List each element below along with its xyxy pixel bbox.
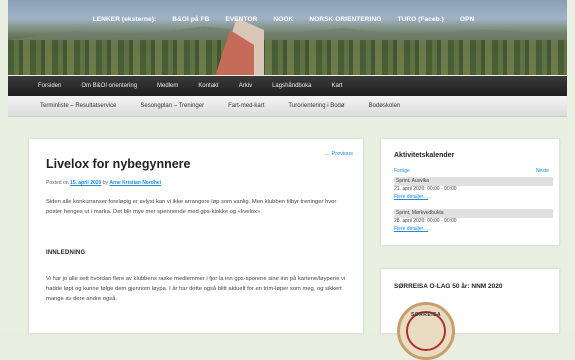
anniversary-widget: SØRREISA O-LAG 50 år: NNM 2020 SØRREISA [380,268,560,360]
banner-trees [8,40,567,75]
secondary-nav: Terminliste – Resultatservice Sesongplan… [8,96,567,117]
article-meta: Posted on 15. april 2020 by Arne Kristia… [46,180,161,186]
calendar-next-link[interactable]: Neste [536,168,549,174]
link-nook[interactable]: NOOK [265,0,301,23]
calendar-title: Aktivitetskalender [394,152,455,159]
logo-text: SØRREISA [410,312,442,318]
link-boi-facebook[interactable]: B&OI på FB [164,0,217,23]
calendar-event-date: 28. april 2020: 00:00 - 00:00 [394,218,457,224]
nav-sesongplan[interactable]: Sesongplan – Treninger [128,103,216,109]
primary-nav: Forsiden Om B&OI orientering Medlem Kont… [8,76,567,96]
link-norsk-orientering[interactable]: NORSK ORIENTERING [301,0,389,23]
external-links-label: LENKER (eksterne): [92,16,157,23]
calendar-event[interactable]: Sprint, Ausvika [394,177,553,186]
nav-bodoskolen[interactable]: Bodøskolen [357,103,413,109]
previous-post-link[interactable]: ← Previous [325,151,353,157]
nav-kontakt[interactable]: Kontakt [188,83,228,89]
link-opn[interactable]: OPN [452,0,482,23]
section-heading: INNLEDNING [46,250,86,256]
sorreisa-logo[interactable]: SØRREISA [397,302,455,360]
article-body: Vi har jo alle sett hvordan flere av klu… [46,276,346,302]
nav-om-boi[interactable]: Om B&OI orientering [71,83,147,89]
nav-terminliste[interactable]: Terminliste – Resultatservice [8,103,128,109]
article-intro: Siden alle konkurranser foreløpig er avl… [46,199,337,215]
header-banner: LENKER (eksterne): B&OI på FB EVENTOR NO… [8,0,567,75]
calendar-widget: Aktivitetskalender Forrige Neste Sprint,… [380,138,560,246]
post-date-link[interactable]: 15. april 2020 [70,180,101,186]
nav-medlem[interactable]: Medlem [147,83,188,89]
nav-lagshandboka[interactable]: Lagshåndboka [262,83,321,89]
link-eventor[interactable]: EVENTOR [217,0,265,23]
link-turo-facebook[interactable]: TURO (Faceb.) [389,0,451,23]
nav-arkiv[interactable]: Arkiv [229,83,262,89]
nav-fart-med-kart[interactable]: Fart-med-kart [216,103,276,109]
calendar-prev-link[interactable]: Forrige [394,168,410,174]
calendar-event-details-link[interactable]: Flere detaljer… [394,194,549,200]
nav-forsiden[interactable]: Forsiden [8,83,71,89]
anniversary-title: SØRREISA O-LAG 50 år: NNM 2020 [394,283,503,290]
posted-prefix: Posted on [46,180,69,186]
calendar-nav: Forrige Neste [394,168,549,174]
by-label: by [102,180,109,186]
nav-kart[interactable]: Kart [321,83,352,89]
article-card: ← Previous Livelox for nybegynnere Poste… [28,138,364,334]
article-title[interactable]: Livelox for nybegynnere [46,157,190,171]
calendar-event[interactable]: Sprint, Mørkvedbukta [394,209,553,218]
header-external-links: LENKER (eksterne): B&OI på FB EVENTOR NO… [8,0,567,36]
nav-turorientering[interactable]: Turorientering i Bodø [276,103,356,109]
calendar-event-date: 21. april 2020: 00:00 - 00:00 [394,186,457,192]
calendar-event-details-link[interactable]: Flere detaljer… [394,226,549,232]
author-link[interactable]: Arne Kristian Nordhei [109,180,161,186]
